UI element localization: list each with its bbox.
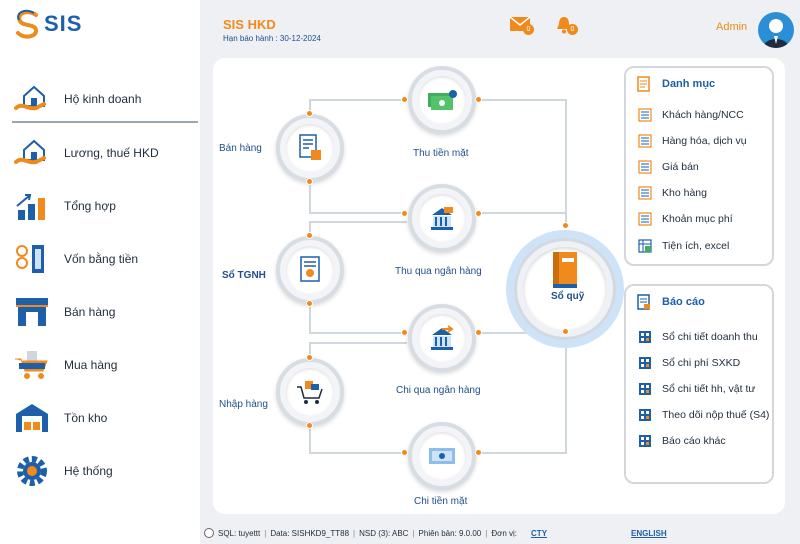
bao-cao-box: Báo cáo Sổ chi tiết doanh thu Sổ chi phí… [624, 284, 774, 484]
danh-muc-item-tien-ich[interactable]: Tiện ích, excel [638, 239, 729, 253]
bank-in-icon [431, 207, 453, 230]
flow-label-so-quy: Sổ quỹ [551, 291, 585, 302]
flow-label-thu-tien-mat: Thu tiền mặt [413, 148, 469, 159]
invoice-icon [299, 134, 321, 160]
bao-cao-item-so-chi-phi-sxkd[interactable]: Sổ chi phí SXKD [638, 356, 740, 370]
certificate-icon [300, 256, 320, 282]
flow-node-ban-hang[interactable] [276, 114, 344, 182]
connector-dot [401, 210, 408, 217]
connector-dot [475, 96, 482, 103]
status-separator: | [353, 528, 356, 538]
grid-report-icon [639, 383, 651, 395]
status-separator: | [412, 528, 415, 538]
unit-link[interactable]: CTY [531, 529, 547, 538]
flow-node-so-tgnh[interactable] [276, 236, 344, 304]
flow-node-thu-qua-ngan-hang[interactable] [408, 184, 476, 252]
spreadsheet-icon [638, 239, 652, 253]
flow-node-nhap-hang[interactable] [276, 358, 344, 426]
grid-report-icon [639, 435, 651, 447]
ledger-book-icon [553, 252, 577, 288]
danh-muc-header: Danh mục [636, 76, 715, 92]
bao-cao-item-theo-doi-nop-thue[interactable]: Theo dõi nộp thuế (S4) [638, 408, 769, 422]
danh-muc-box: Danh mục Khách hàng/NCC Hàng hóa, dịch v… [624, 66, 774, 266]
connector-dot [401, 449, 408, 456]
flow-label-thu-qua-ngan-hang: Thu qua ngân hàng [395, 266, 482, 277]
danh-muc-title: Danh mục [662, 78, 716, 90]
flow-label-chi-tien-mat: Chi tiền mặt [414, 496, 468, 507]
connector-dot [306, 300, 313, 307]
status-bar: SQL: tuyettt | Data: SISHKD9_TT88 | NSD … [200, 522, 800, 544]
flow-label-ban-hang: Bán hàng [219, 143, 262, 154]
list-icon [638, 186, 652, 200]
cart-boxes-icon [297, 381, 323, 404]
danh-muc-item-hang-hoa[interactable]: Hàng hóa, dịch vụ [638, 134, 747, 148]
connection-radio[interactable] [204, 528, 214, 538]
connector-dot [475, 449, 482, 456]
cash-icon [428, 90, 457, 110]
connector-dot [475, 329, 482, 336]
grid-report-icon [639, 357, 651, 369]
flow-node-thu-tien-mat[interactable] [408, 66, 476, 134]
status-data: Data: SISHKD9_TT88 [270, 528, 350, 538]
connector-dot [306, 110, 313, 117]
grid-report-icon [639, 331, 651, 343]
connector-dot [401, 96, 408, 103]
flow-node-chi-qua-ngan-hang[interactable] [408, 304, 476, 372]
flow-label-so-tgnh: Sổ TGNH [222, 270, 266, 281]
bao-cao-item-bao-cao-khac[interactable]: Báo cáo khác [638, 434, 726, 448]
connector-dot [562, 328, 569, 335]
status-version: Phiên bản: 9.0.00 [418, 528, 482, 538]
connector-dot [401, 329, 408, 336]
connector-dot [475, 210, 482, 217]
bank-out-icon [431, 325, 454, 350]
status-separator: | [485, 528, 488, 538]
language-link[interactable]: ENGLISH [631, 529, 667, 538]
grid-report-icon [639, 409, 651, 421]
list-icon [638, 108, 652, 122]
list-icon [638, 212, 652, 226]
list-icon [638, 160, 652, 174]
connector-dot [562, 222, 569, 229]
connector-dot [306, 178, 313, 185]
status-separator: | [264, 528, 267, 538]
danh-muc-item-gia-ban[interactable]: Giá bán [638, 160, 699, 174]
connector-dot [306, 232, 313, 239]
bao-cao-item-so-chi-tiet-doanh-thu[interactable]: Sổ chi tiết doanh thu [638, 330, 758, 344]
report-icon [637, 294, 650, 310]
connector-dot [306, 354, 313, 361]
status-sql: SQL: tuyettt [218, 528, 261, 538]
catalog-icon [637, 76, 650, 92]
status-don-vi: Đơn vị: [491, 528, 518, 538]
connector-dot [306, 422, 313, 429]
flow-label-nhap-hang: Nhập hàng [219, 399, 268, 410]
status-nsd: NSD (3): ABC [359, 528, 409, 538]
bao-cao-header: Báo cáo [636, 294, 705, 310]
flow-node-chi-tien-mat[interactable] [408, 422, 476, 490]
bao-cao-item-so-chi-tiet-hh[interactable]: Sổ chi tiết hh, vật tư [638, 382, 755, 396]
danh-muc-item-kho-hang[interactable]: Kho hàng [638, 186, 707, 200]
bao-cao-title: Báo cáo [662, 296, 705, 308]
danh-muc-item-khoan-muc-phi[interactable]: Khoản mục phí [638, 212, 733, 226]
list-icon [638, 134, 652, 148]
cash-out-icon [429, 448, 455, 464]
flow-label-chi-qua-ngan-hang: Chi qua ngân hàng [396, 385, 481, 396]
danh-muc-item-khach-hang[interactable]: Khách hàng/NCC [638, 108, 744, 122]
